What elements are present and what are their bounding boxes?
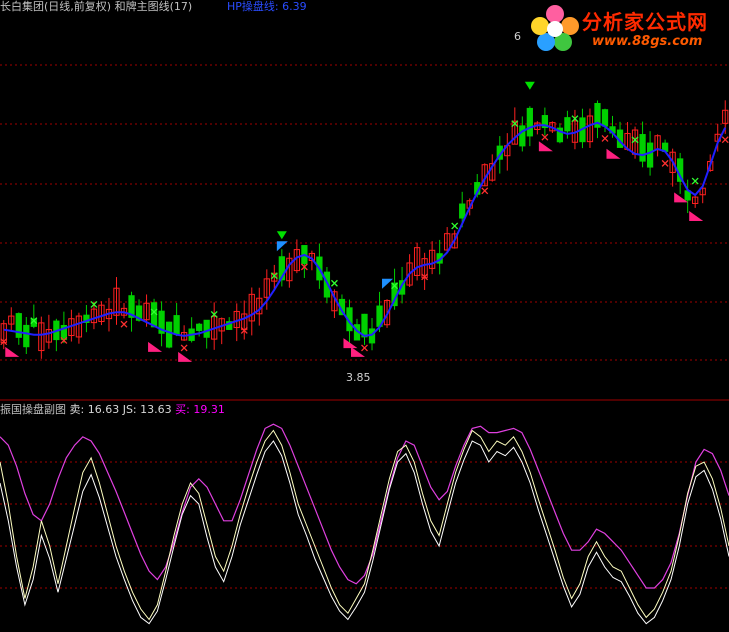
buy-value: 买: 19.31 — [175, 403, 225, 416]
candle-body — [646, 142, 654, 168]
logo-flower-icon — [531, 5, 579, 51]
sub-chart-name: 振国操盘副图 — [0, 403, 66, 416]
cross-marker — [691, 177, 699, 185]
candle-body — [203, 319, 210, 338]
candle-body — [639, 134, 646, 162]
top-marker — [276, 231, 287, 240]
cross-marker — [451, 222, 459, 230]
buy-marker — [178, 351, 193, 362]
chart-stage — [0, 64, 729, 625]
candle-body — [519, 125, 526, 147]
candle-body — [15, 313, 22, 338]
candle-body — [601, 109, 609, 127]
candle-body — [165, 321, 173, 348]
buy-marker — [538, 141, 553, 152]
logo-brand-text: 分析家公式网 — [582, 10, 708, 34]
sub-chart-grid — [0, 461, 729, 589]
hp-ma-line — [3, 121, 727, 337]
candle-body — [150, 302, 158, 328]
main-chart-ma-line — [3, 121, 727, 337]
js-line — [0, 440, 729, 625]
candle-body — [459, 203, 466, 219]
buy-marker — [350, 346, 365, 357]
sub-chart-title: 振国操盘副图 卖: 16.63 JS: 13.63 买: 19.31 — [0, 403, 225, 416]
site-logo: 分析家公式网 www.88gs.com — [530, 4, 726, 52]
main-chart-title: 长白集团(日线,前复权) 和牌主图线(17) — [0, 0, 193, 13]
candle-body — [564, 117, 571, 132]
buy-marker — [689, 211, 704, 222]
js-value: JS: 13.63 — [122, 403, 172, 416]
blue-flag-marker — [382, 278, 394, 289]
high-price-label: 6 — [514, 30, 521, 43]
cross-marker — [180, 344, 188, 352]
candle-body — [23, 324, 30, 348]
sell-value: 卖: 16.63 — [69, 403, 120, 416]
logo-url-text: www.88gs.com — [592, 34, 703, 49]
cross-marker — [721, 136, 729, 144]
buy-marker — [5, 346, 20, 357]
buy-marker — [148, 341, 163, 352]
top-marker — [524, 81, 535, 90]
buy-marker — [606, 148, 621, 159]
hp-line-value: HP操盘线: 6.39 — [227, 0, 307, 13]
cross-marker — [661, 159, 669, 167]
low-price-label: 3.85 — [346, 371, 371, 384]
cross-marker — [361, 344, 368, 352]
cross-marker — [481, 187, 489, 195]
sub-chart-lines — [0, 423, 729, 625]
candle-body — [173, 315, 180, 335]
candle-body — [196, 323, 203, 331]
buy-line — [0, 423, 729, 589]
cross-marker — [601, 135, 609, 142]
cross-marker — [330, 279, 338, 287]
candle-body — [526, 107, 533, 137]
cross-marker — [120, 320, 128, 328]
